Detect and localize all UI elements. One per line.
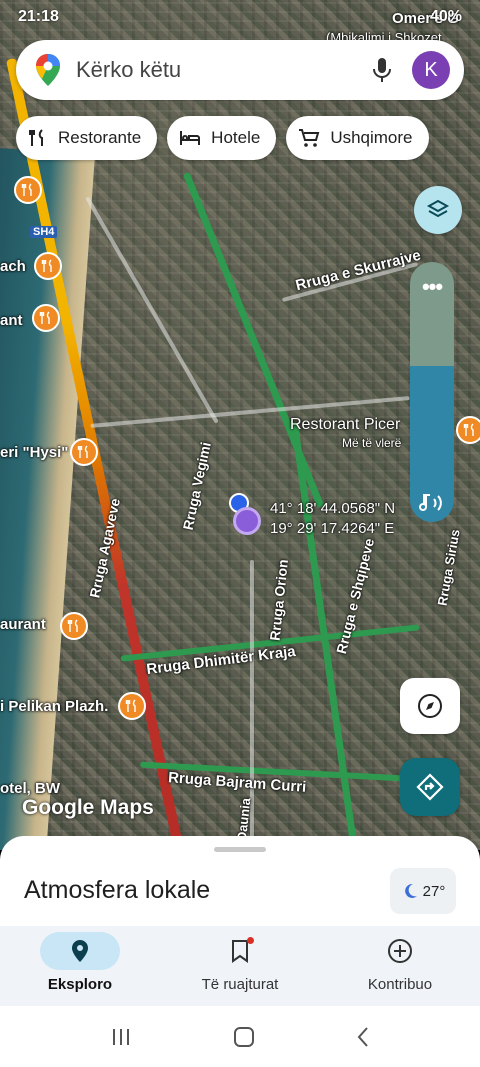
map-label-aurant: aurant xyxy=(0,616,46,633)
more-dots-icon[interactable]: ••• xyxy=(410,274,454,300)
weather-temp: 27° xyxy=(422,882,446,900)
nav-contribute[interactable]: Kontribuo xyxy=(320,926,480,1006)
bed-icon xyxy=(180,131,201,145)
nav-icon-wrap xyxy=(360,932,440,970)
chip-label: Hotele xyxy=(211,128,261,147)
map-slider[interactable]: ••• xyxy=(410,262,454,522)
restaurant-pin[interactable] xyxy=(118,692,146,720)
system-navigation xyxy=(0,1006,480,1067)
add-circle-icon xyxy=(388,939,412,963)
sheet-handle[interactable] xyxy=(214,847,266,852)
search-input[interactable]: Kërko këtu xyxy=(76,57,372,83)
category-chips: Restorante Hotele Ushqimore xyxy=(16,116,429,160)
recent-apps-icon[interactable] xyxy=(110,1027,132,1047)
cart-icon xyxy=(299,129,320,147)
chip-restaurants[interactable]: Restorante xyxy=(16,116,158,160)
map-label-ach: ach xyxy=(0,258,26,275)
dropped-pin[interactable] xyxy=(233,507,261,535)
fork-knife-icon xyxy=(67,619,78,632)
layers-icon xyxy=(426,199,450,218)
chip-label: Restorante xyxy=(58,128,142,147)
bottom-navigation: Eksploro Të ruajturat Kontribuo xyxy=(0,926,480,1006)
fork-knife-icon xyxy=(39,311,50,324)
fork-knife-icon xyxy=(21,183,32,196)
back-icon[interactable] xyxy=(356,1026,370,1048)
restaurant-pin[interactable] xyxy=(60,612,88,640)
directions-icon xyxy=(416,773,444,801)
map-label-restorant-sub: Më të vlerë xyxy=(342,436,402,450)
map-label-ant: ant xyxy=(0,312,23,329)
location-pin-icon xyxy=(72,940,88,962)
chip-hotels[interactable]: Hotele xyxy=(167,116,277,160)
search-bar[interactable]: Kërko këtu K xyxy=(16,40,464,100)
battery-level: 40% xyxy=(429,8,462,25)
nav-label: Kontribuo xyxy=(367,976,433,993)
restaurant-pin[interactable] xyxy=(70,438,98,466)
fork-knife-icon xyxy=(125,699,136,712)
map-label-restorant-picer: Restorant Picer xyxy=(290,416,401,433)
status-time: 21:18 xyxy=(18,8,59,25)
sheet-title: Atmosfera lokale xyxy=(24,876,211,904)
moon-icon xyxy=(404,883,417,898)
latitude-label: 41° 18' 44.0568" N xyxy=(270,500,396,517)
map-label-pelikan: i Pelikan Plazh. xyxy=(0,698,109,715)
fork-knife-icon xyxy=(77,445,88,458)
nav-explore[interactable]: Eksploro xyxy=(0,926,160,1006)
nav-label: Të ruajturat xyxy=(201,976,279,993)
longitude-label: 19° 29' 17.4264" E xyxy=(270,520,395,537)
compass-icon xyxy=(418,694,442,718)
weather-badge[interactable]: 27° xyxy=(390,868,456,914)
notification-dot xyxy=(247,937,254,944)
restaurant-pin[interactable] xyxy=(456,416,480,444)
account-avatar[interactable]: K xyxy=(412,51,450,89)
microphone-icon[interactable] xyxy=(372,57,392,83)
chip-groceries[interactable]: Ushqimore xyxy=(286,116,429,160)
home-icon[interactable] xyxy=(233,1026,255,1048)
nav-icon-wrap xyxy=(40,932,120,970)
sound-icon[interactable] xyxy=(410,492,454,514)
map-label-hysi: eri "Hysi" xyxy=(0,444,69,461)
directions-button[interactable] xyxy=(400,758,460,816)
nav-label: Eksploro xyxy=(47,976,113,993)
layers-button[interactable] xyxy=(414,186,462,234)
fork-knife-icon xyxy=(463,423,474,436)
status-bar: 21:18 40% xyxy=(0,0,480,34)
fork-knife-icon xyxy=(41,259,52,272)
compass-button[interactable] xyxy=(400,678,460,734)
map-label-bw: otel, BW xyxy=(0,780,60,797)
chip-label: Ushqimore xyxy=(330,128,413,147)
bottom-sheet[interactable]: Atmosfera lokale 27° xyxy=(0,836,480,928)
restaurant-pin[interactable] xyxy=(14,176,42,204)
nav-icon-wrap xyxy=(200,932,280,970)
nav-saved[interactable]: Të ruajturat xyxy=(160,926,320,1006)
maps-pin-logo-icon xyxy=(36,54,60,86)
google-maps-logo: Google Maps xyxy=(22,796,154,819)
map-label-sh4: SH4 xyxy=(30,226,58,238)
restaurant-pin[interactable] xyxy=(32,304,60,332)
restaurant-pin[interactable] xyxy=(34,252,62,280)
fork-knife-icon xyxy=(29,129,43,146)
